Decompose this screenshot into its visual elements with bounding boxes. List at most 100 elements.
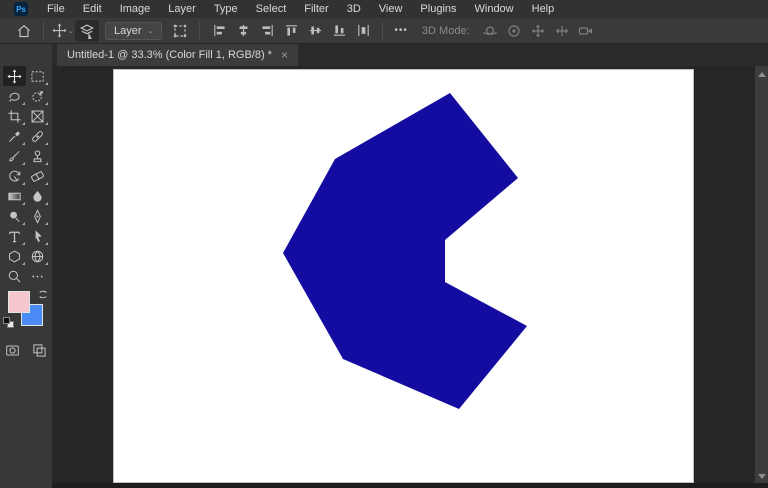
zoom-tool[interactable]	[3, 266, 26, 286]
move-tool[interactable]	[3, 66, 26, 86]
selection-arrow-icon	[30, 229, 45, 244]
separator	[43, 22, 44, 40]
scroll-up-icon[interactable]	[758, 72, 766, 77]
3d-slide-button[interactable]	[550, 20, 574, 42]
3d-slide-icon	[554, 23, 570, 39]
eraser-icon	[30, 169, 45, 184]
show-transform-controls-toggle[interactable]	[168, 20, 192, 42]
color-swatches	[0, 289, 52, 335]
healing-brush-icon	[30, 129, 45, 144]
document-canvas[interactable]	[114, 70, 693, 482]
canvas-artwork	[114, 70, 693, 482]
3d-orbit-button[interactable]	[478, 20, 502, 42]
shape-tool[interactable]	[3, 246, 26, 266]
align-vertical-centers-icon	[308, 23, 323, 38]
align-horizontal-centers-button[interactable]	[231, 20, 255, 42]
type-tool[interactable]	[3, 226, 26, 246]
brush-tool[interactable]	[3, 146, 26, 166]
lasso-icon	[7, 89, 22, 104]
auto-select-target-dropdown[interactable]: Layer ⌄	[105, 22, 162, 40]
object-selection-tool[interactable]	[26, 86, 49, 106]
home-button[interactable]	[12, 20, 36, 42]
3d-roll-button[interactable]	[502, 20, 526, 42]
menu-type[interactable]: Type	[205, 1, 247, 17]
color-fill-shape[interactable]	[283, 93, 527, 409]
align-top-icon	[284, 23, 299, 38]
auto-select-target-value: Layer	[114, 25, 142, 37]
ellipsis-icon	[30, 269, 45, 284]
scroll-down-icon[interactable]	[758, 474, 766, 479]
dodge-tool[interactable]	[3, 206, 26, 226]
screen-mode-icon[interactable]	[32, 343, 47, 358]
pen-tool[interactable]	[26, 206, 49, 226]
photoshop-logo-icon: Ps	[14, 2, 28, 16]
chevron-down-icon: ⌄	[148, 27, 154, 35]
lasso-tool[interactable]	[3, 86, 26, 106]
menu-window[interactable]: Window	[466, 1, 523, 17]
align-vertical-centers-button[interactable]	[303, 20, 327, 42]
document-tab[interactable]: Untitled-1 @ 33.3% (Color Fill 1, RGB/8)…	[57, 44, 298, 66]
separator	[382, 22, 383, 40]
menu-layer[interactable]: Layer	[159, 1, 205, 17]
menu-filter[interactable]: Filter	[295, 1, 337, 17]
path-selection-tool[interactable]	[26, 226, 49, 246]
layers-icon	[79, 23, 95, 39]
quick-mask-icon[interactable]	[5, 343, 20, 358]
default-colors-icon[interactable]	[3, 317, 14, 328]
blur-tool[interactable]	[26, 186, 49, 206]
tool-options-bar: ⌄ Layer ⌄	[0, 18, 768, 44]
crop-tool[interactable]	[3, 106, 26, 126]
object-selection-icon	[30, 89, 45, 104]
3d-roll-icon	[506, 23, 522, 39]
align-right-edges-button[interactable]	[255, 20, 279, 42]
3d-camera-icon	[578, 23, 594, 39]
menu-view[interactable]: View	[370, 1, 412, 17]
menu-items: File Edit Image Layer Type Select Filter…	[38, 1, 563, 17]
menu-image[interactable]: Image	[111, 1, 160, 17]
move-icon	[7, 69, 22, 84]
frame-tool[interactable]	[26, 106, 49, 126]
eraser-tool[interactable]	[26, 166, 49, 186]
dodge-icon	[7, 209, 22, 224]
gradient-tool[interactable]	[3, 186, 26, 206]
auto-select-toggle[interactable]	[75, 20, 99, 42]
healing-brush-tool[interactable]	[26, 126, 49, 146]
transform-controls-icon	[172, 23, 188, 39]
horizontal-scrollbar[interactable]	[52, 483, 768, 488]
3d-pan-icon	[530, 23, 546, 39]
swap-colors-icon[interactable]	[38, 289, 49, 300]
history-brush-tool[interactable]	[3, 166, 26, 186]
tab-close-icon[interactable]: ×	[281, 49, 288, 61]
photoshop-window: Ps File Edit Image Layer Type Select Fil…	[0, 0, 768, 488]
rectangular-marquee-tool[interactable]	[26, 66, 49, 86]
align-bottom-edges-button[interactable]	[327, 20, 351, 42]
foreground-color-swatch[interactable]	[8, 291, 30, 313]
menu-help[interactable]: Help	[523, 1, 564, 17]
3d-camera-button[interactable]	[574, 20, 598, 42]
home-icon	[16, 23, 32, 39]
magnifier-icon	[7, 269, 22, 284]
3d-pan-button[interactable]	[526, 20, 550, 42]
3d-orbit-icon	[482, 23, 498, 39]
align-left-edges-button[interactable]	[207, 20, 231, 42]
distribute-horizontal-button[interactable]	[351, 20, 375, 42]
menu-3d[interactable]: 3D	[338, 1, 370, 17]
menu-select[interactable]: Select	[247, 1, 296, 17]
toolbar-bottom-buttons	[0, 343, 52, 358]
chevron-down-icon: ⌄	[68, 27, 74, 35]
tools-grid	[0, 44, 52, 286]
brush-icon	[7, 149, 22, 164]
hand-tool[interactable]	[26, 246, 49, 266]
move-tool-preset[interactable]: ⌄	[51, 20, 75, 42]
vertical-scrollbar[interactable]	[755, 66, 768, 483]
more-align-options-button[interactable]: •••	[390, 25, 412, 36]
menu-file[interactable]: File	[38, 1, 74, 17]
eyedropper-tool[interactable]	[3, 126, 26, 146]
document-tab-title: Untitled-1 @ 33.3% (Color Fill 1, RGB/8)…	[67, 49, 272, 61]
move-icon	[52, 23, 67, 38]
clone-stamp-tool[interactable]	[26, 146, 49, 166]
edit-toolbar-button[interactable]	[26, 266, 49, 286]
menu-edit[interactable]: Edit	[74, 1, 111, 17]
align-top-edges-button[interactable]	[279, 20, 303, 42]
menu-plugins[interactable]: Plugins	[411, 1, 465, 17]
